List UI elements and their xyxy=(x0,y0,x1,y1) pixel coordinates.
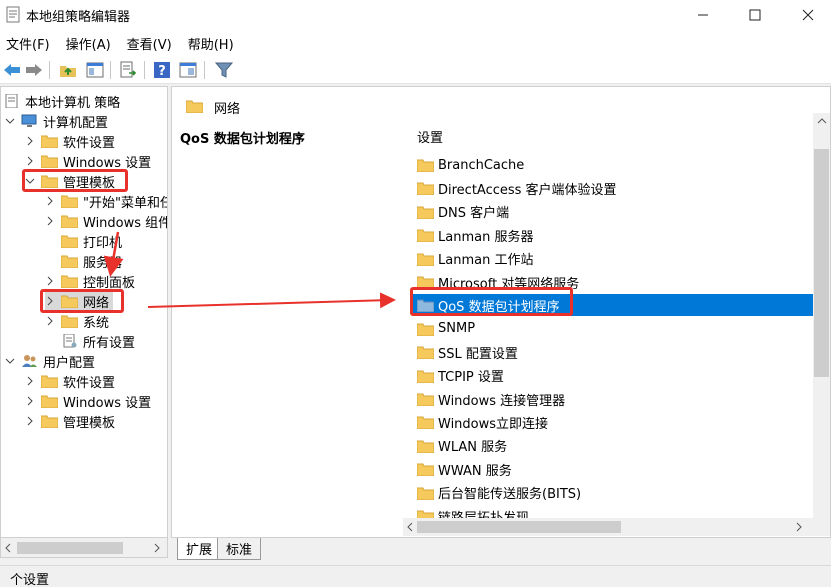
arrow-to-qos xyxy=(147,292,396,309)
annotation-arrows xyxy=(103,231,396,309)
arrow-to-network xyxy=(103,231,124,277)
group-policy-editor-window: 本地组策略编辑器 文件(F) 操作(A) 查看(V) 帮助(H) ? 本地计算机… xyxy=(0,0,831,587)
